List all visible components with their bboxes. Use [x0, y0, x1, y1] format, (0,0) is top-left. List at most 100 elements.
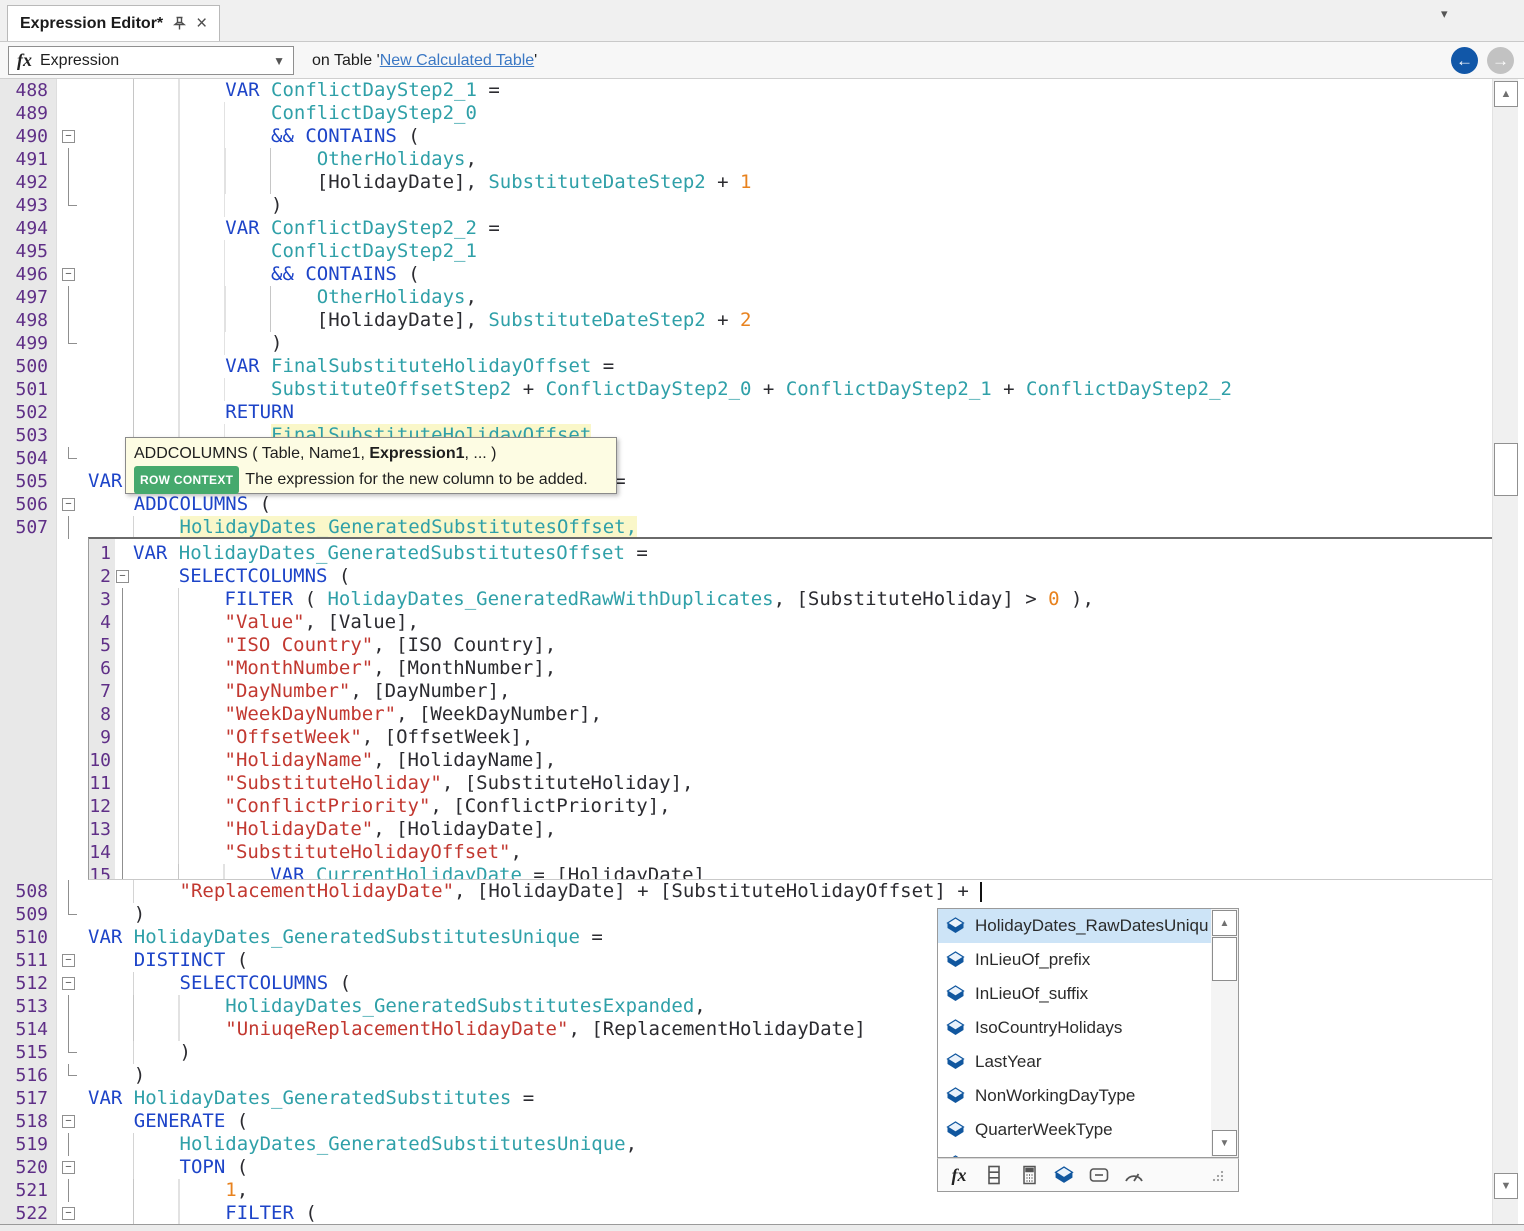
code-line[interactable]: 9"OffsetWeek", [OffsetWeek], — [89, 726, 1489, 749]
code-line[interactable]: 522−FILTER ( — [0, 1202, 1490, 1225]
editor-vertical-scrollbar[interactable]: ▲ ▼ — [1492, 79, 1518, 1225]
code-line[interactable]: 513HolidayDates_GeneratedSubstitutesExpa… — [0, 995, 1490, 1018]
code-text: ConflictDayStep2_0 — [88, 102, 477, 125]
code-line[interactable]: 493) — [0, 194, 1490, 217]
close-icon[interactable]: × — [196, 17, 207, 31]
fold-margin[interactable]: − — [58, 949, 84, 972]
code-line[interactable]: 4"Value", [Value], — [89, 611, 1489, 634]
fold-margin[interactable]: − — [114, 565, 132, 588]
code-line[interactable]: 506−ADDCOLUMNS ( — [0, 493, 1490, 516]
navigate-forward-button[interactable]: → — [1487, 47, 1514, 74]
fold-margin[interactable]: − — [58, 493, 84, 516]
code-line[interactable]: 518−GENERATE ( — [0, 1110, 1490, 1133]
column-filter-icon[interactable] — [983, 1164, 1005, 1186]
fold-margin[interactable]: − — [58, 125, 84, 148]
autocomplete-item[interactable]: IsoCountryHolidays — [938, 1011, 1212, 1045]
measure-filter-icon[interactable] — [1088, 1164, 1110, 1186]
kpi-filter-icon[interactable] — [1123, 1164, 1145, 1186]
code-line[interactable]: 1VAR HolidayDates_GeneratedSubstitutesOf… — [89, 542, 1489, 565]
code-line[interactable]: 516) — [0, 1064, 1490, 1087]
code-line[interactable]: 488VAR ConflictDayStep2_1 = — [0, 79, 1490, 102]
fold-collapse-icon[interactable]: − — [62, 977, 75, 990]
code-line[interactable]: 511−DISTINCT ( — [0, 949, 1490, 972]
autocomplete-scrollbar[interactable]: ▲ ▼ — [1211, 909, 1238, 1157]
code-line[interactable]: 12"ConflictPriority", [ConflictPriority]… — [89, 795, 1489, 818]
fold-margin[interactable]: − — [58, 1156, 84, 1179]
code-line[interactable]: 509) — [0, 903, 1490, 926]
code-line[interactable]: 492[HolidayDate], SubstituteDateStep2 + … — [0, 171, 1490, 194]
code-line[interactable]: 508"ReplacementHolidayDate", [HolidayDat… — [0, 880, 1490, 903]
navigate-back-button[interactable]: ← — [1451, 47, 1478, 74]
fold-margin[interactable]: − — [58, 1110, 84, 1133]
autocomplete-item[interactable]: HolidayDates_RawDatesUniqu — [938, 909, 1212, 943]
code-line[interactable]: 489ConflictDayStep2_0 — [0, 102, 1490, 125]
code-line[interactable]: 502RETURN — [0, 401, 1490, 424]
function-filter-icon[interactable]: fx — [948, 1164, 970, 1186]
scrollbar-thumb[interactable] — [1494, 443, 1518, 496]
autocomplete-item[interactable] — [938, 1147, 1212, 1158]
tab-expression-editor[interactable]: Expression Editor* × — [7, 5, 220, 41]
fold-guide-line — [122, 818, 123, 841]
autocomplete-scroll-down-button[interactable]: ▼ — [1212, 1130, 1237, 1156]
scroll-down-button[interactable]: ▼ — [1494, 1173, 1518, 1199]
fold-collapse-icon[interactable]: − — [62, 498, 75, 511]
fold-margin[interactable]: − — [58, 1202, 84, 1225]
code-line[interactable]: 512−SELECTCOLUMNS ( — [0, 972, 1490, 995]
code-line[interactable]: 490−&& CONTAINS ( — [0, 125, 1490, 148]
code-line[interactable]: 13"HolidayDate", [HolidayDate], — [89, 818, 1489, 841]
code-line[interactable]: 491OtherHolidays, — [0, 148, 1490, 171]
code-line[interactable]: 11"SubstituteHoliday", [SubstituteHolida… — [89, 772, 1489, 795]
code-line[interactable]: 3FILTER ( HolidayDates_GeneratedRawWithD… — [89, 588, 1489, 611]
fold-margin[interactable]: − — [58, 972, 84, 995]
autocomplete-item[interactable]: InLieuOf_suffix — [938, 977, 1212, 1011]
code-line[interactable]: 520−TOPN ( — [0, 1156, 1490, 1179]
autocomplete-item[interactable]: NonWorkingDayType — [938, 1079, 1212, 1113]
code-line[interactable]: 8"WeekDayNumber", [WeekDayNumber], — [89, 703, 1489, 726]
code-line[interactable]: 498[HolidayDate], SubstituteDateStep2 + … — [0, 309, 1490, 332]
code-line[interactable]: 10"HolidayName", [HolidayName], — [89, 749, 1489, 772]
code-line[interactable]: 496−&& CONTAINS ( — [0, 263, 1490, 286]
autocomplete-item[interactable]: QuarterWeekType — [938, 1113, 1212, 1147]
fold-collapse-icon[interactable]: − — [116, 570, 129, 583]
code-line[interactable]: 5"ISO Country", [ISO Country], — [89, 634, 1489, 657]
fold-margin[interactable]: − — [58, 263, 84, 286]
autocomplete-item[interactable]: LastYear — [938, 1045, 1212, 1079]
fold-collapse-icon[interactable]: − — [62, 1161, 75, 1174]
code-line[interactable]: 494VAR ConflictDayStep2_2 = — [0, 217, 1490, 240]
expression-selector-dropdown[interactable]: fx Expression ▼ — [8, 46, 294, 75]
code-line[interactable]: 15VAR CurrentHolidayDate = [HolidayDate] — [89, 864, 1489, 880]
resize-grip[interactable] — [1206, 1164, 1228, 1186]
window-menu-chevron-down-icon[interactable]: ▾ — [1441, 6, 1448, 22]
code-line[interactable]: 497OtherHolidays, — [0, 286, 1490, 309]
autocomplete-scrollbar-thumb[interactable] — [1212, 937, 1237, 981]
code-line[interactable]: 517VAR HolidayDates_GeneratedSubstitutes… — [0, 1087, 1490, 1110]
code-line[interactable]: 514"UniuqeReplacementHolidayDate", [Repl… — [0, 1018, 1490, 1041]
pin-icon[interactable] — [173, 16, 186, 31]
code-line[interactable]: 6"MonthNumber", [MonthNumber], — [89, 657, 1489, 680]
fold-collapse-icon[interactable]: − — [62, 130, 75, 143]
nested-expression-editor[interactable]: 1VAR HolidayDates_GeneratedSubstitutesOf… — [88, 537, 1493, 880]
calculator-filter-icon[interactable] — [1018, 1164, 1040, 1186]
code-line[interactable]: 7"DayNumber", [DayNumber], — [89, 680, 1489, 703]
autocomplete-scroll-up-button[interactable]: ▲ — [1212, 910, 1237, 936]
code-line[interactable]: 2−SELECTCOLUMNS ( — [89, 565, 1489, 588]
fold-collapse-icon[interactable]: − — [62, 954, 75, 967]
fold-collapse-icon[interactable]: − — [62, 268, 75, 281]
code-line[interactable]: 510VAR HolidayDates_GeneratedSubstitutes… — [0, 926, 1490, 949]
table-link[interactable]: New Calculated Table — [380, 52, 534, 69]
code-line[interactable]: 507HolidayDates_GeneratedSubstitutesOffs… — [0, 516, 1490, 539]
dax-code-editor[interactable]: 488VAR ConflictDayStep2_1 =489ConflictDa… — [0, 79, 1524, 1225]
table-filter-icon[interactable] — [1053, 1164, 1075, 1186]
code-line[interactable]: 14"SubstituteHolidayOffset", — [89, 841, 1489, 864]
fold-collapse-icon[interactable]: − — [62, 1207, 75, 1220]
code-line[interactable]: 5211, — [0, 1179, 1490, 1202]
code-line[interactable]: 515) — [0, 1041, 1490, 1064]
code-line[interactable]: 499) — [0, 332, 1490, 355]
scroll-up-button[interactable]: ▲ — [1494, 81, 1518, 107]
code-line[interactable]: 501SubstituteOffsetStep2 + ConflictDaySt… — [0, 378, 1490, 401]
autocomplete-item[interactable]: InLieuOf_prefix — [938, 943, 1212, 977]
code-line[interactable]: 495ConflictDayStep2_1 — [0, 240, 1490, 263]
code-line[interactable]: 500VAR FinalSubstituteHolidayOffset = — [0, 355, 1490, 378]
code-line[interactable]: 519HolidayDates_GeneratedSubstitutesUniq… — [0, 1133, 1490, 1156]
fold-collapse-icon[interactable]: − — [62, 1115, 75, 1128]
